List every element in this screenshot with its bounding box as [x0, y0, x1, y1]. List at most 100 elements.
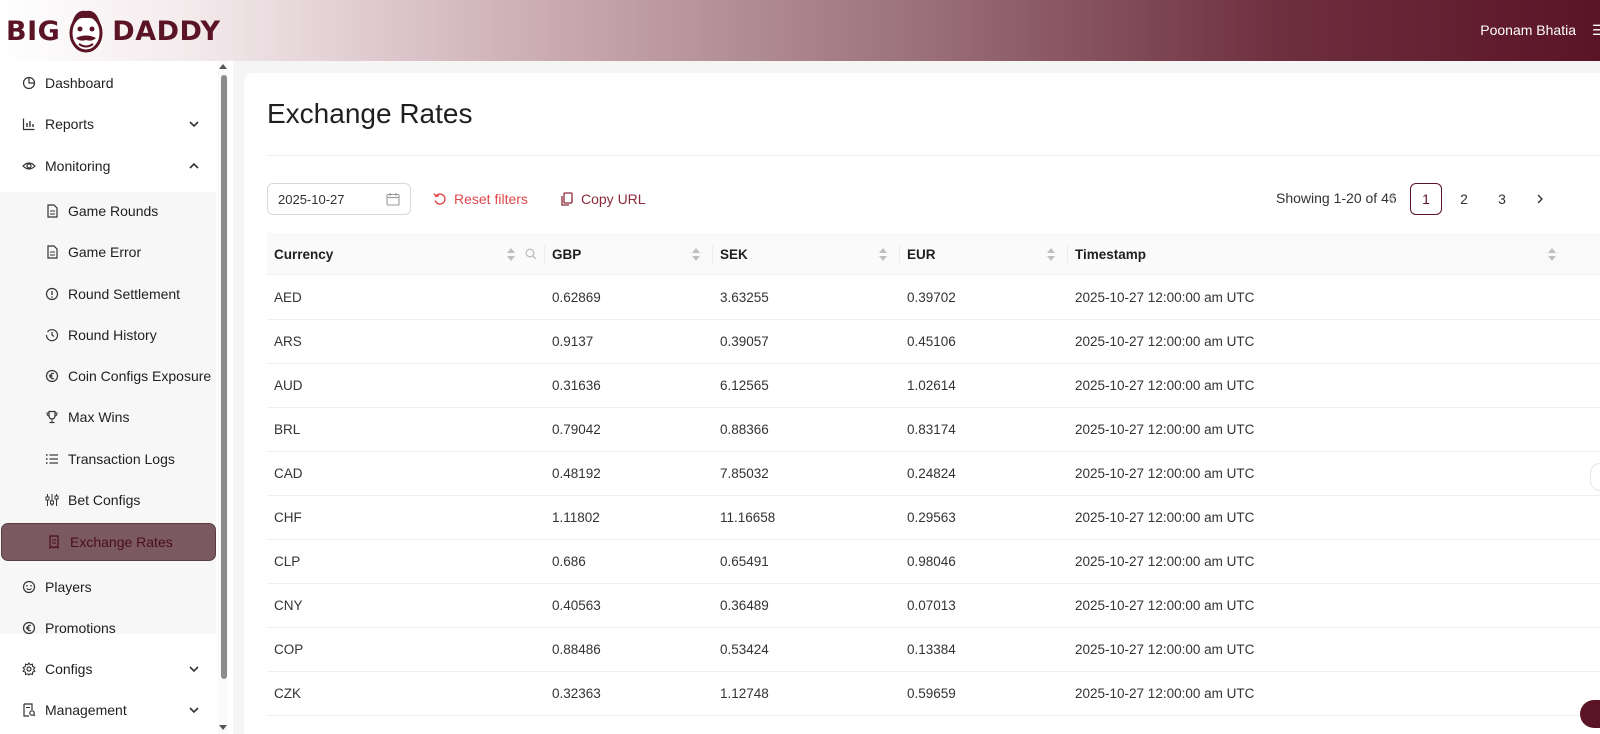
sidebar-item-coin-configs-exposure[interactable]: Coin Configs Exposure — [0, 357, 216, 395]
column-header-currency[interactable]: Currency — [267, 233, 333, 275]
table-row[interactable]: CAD 0.48192 7.85032 0.24824 2025-10-27 12:00… — [267, 451, 1600, 496]
sidebar-scroll-thumb[interactable] — [221, 75, 227, 679]
sidebar-item-dashboard[interactable]: Dashboard — [0, 64, 216, 102]
title-divider — [267, 155, 1600, 156]
page-3-button[interactable]: 3 — [1486, 183, 1518, 215]
list-icon — [44, 451, 60, 467]
menu-icon[interactable]: ☰ — [1592, 22, 1600, 39]
table-row[interactable]: AED 0.62869 3.63255 0.39702 2025-10-27 12:00… — [267, 275, 1600, 320]
sidebar-item-game-rounds[interactable]: Game Rounds — [0, 192, 216, 230]
sidebar-item-label: Reports — [45, 116, 95, 132]
reset-filters-button[interactable]: Reset filters — [433, 183, 528, 215]
sort-icon[interactable] — [1548, 248, 1556, 261]
date-value: 2025-10-27 — [278, 191, 345, 207]
cell-sek: 0.65491 — [720, 554, 769, 569]
sidebar-item-label: Monitoring — [45, 158, 111, 174]
sidebar-item-label: Game Rounds — [68, 203, 159, 219]
cell-gbp: 0.32363 — [552, 686, 601, 701]
sidebar-item-game-error[interactable]: Game Error — [0, 233, 216, 271]
column-header-timestamp[interactable]: Timestamp — [1068, 233, 1146, 275]
exclamation-circle-icon — [44, 286, 60, 302]
cell-timestamp: 2025-10-27 12:00:00 am UTC — [1075, 466, 1255, 481]
table-row[interactable]: CZK 0.32363 1.12748 0.59659 2025-10-27 12:00… — [267, 671, 1600, 716]
smile-icon — [21, 579, 37, 595]
date-picker[interactable]: 2025-10-27 — [267, 183, 411, 215]
file-icon — [44, 244, 60, 260]
sidebar-item-label: Promotions — [45, 620, 116, 636]
notification-float-button[interactable] — [1580, 700, 1600, 728]
cell-timestamp: 2025-10-27 12:00:00 am UTC — [1075, 554, 1255, 569]
sort-icon[interactable] — [507, 248, 515, 261]
sidebar-item-round-history[interactable]: Round History — [0, 316, 216, 354]
sidebar-item-transaction-logs[interactable]: Transaction Logs — [0, 440, 216, 478]
sidebar-item-players[interactable]: Players — [0, 568, 216, 606]
top-header: BIG DADDY Poonam Bhatia ☰ — [0, 0, 1600, 61]
cell-sek: 0.36489 — [720, 598, 769, 613]
sidebar-item-configs[interactable]: Configs — [0, 650, 216, 688]
copy-url-button[interactable]: Copy URL — [560, 183, 646, 215]
brand-logo[interactable]: BIG DADDY — [6, 6, 221, 56]
history-icon — [44, 327, 60, 343]
sliders-icon — [44, 492, 60, 508]
user-name[interactable]: Poonam Bhatia — [1480, 22, 1576, 38]
column-header-gbp[interactable]: GBP — [545, 233, 581, 275]
cell-sek: 0.53424 — [720, 642, 769, 657]
cell-gbp: 0.31636 — [552, 378, 601, 393]
sidebar-item-label: Bet Configs — [68, 492, 141, 508]
column-header-eur[interactable]: EUR — [900, 233, 936, 275]
table-row[interactable]: AUD 0.31636 6.12565 1.02614 2025-10-27 12:00… — [267, 363, 1600, 408]
sidebar-item-max-wins[interactable]: Max Wins — [0, 398, 216, 436]
sidebar-item-label: Exchange Rates — [70, 534, 173, 550]
reload-icon — [433, 193, 446, 205]
prev-page-button[interactable] — [1376, 183, 1408, 215]
chevron-down-icon — [188, 118, 200, 130]
gear-icon — [21, 661, 37, 677]
side-handle[interactable] — [1590, 463, 1600, 491]
chevron-down-icon — [188, 663, 200, 675]
sidebar-item-bet-configs[interactable]: Bet Configs — [0, 481, 216, 519]
table-row[interactable]: CHF 1.11802 11.16658 0.29563 2025-10-27 12:0… — [267, 495, 1600, 540]
sidebar-item-label: Configs — [45, 661, 93, 677]
logo-text-right: DADDY — [112, 15, 221, 47]
sort-icon[interactable] — [1047, 248, 1055, 261]
cell-currency: CNY — [274, 598, 303, 613]
column-header-sek[interactable]: SEK — [713, 233, 748, 275]
cell-sek: 1.12748 — [720, 686, 769, 701]
sidebar-item-reports[interactable]: Reports — [0, 105, 216, 143]
table-row[interactable]: BRL 0.79042 0.88366 0.83174 2025-10-27 12:00… — [267, 407, 1600, 452]
sidebar-item-management[interactable]: Management — [0, 691, 216, 729]
cell-currency: AED — [274, 290, 302, 305]
next-page-button[interactable] — [1524, 183, 1556, 215]
cell-sek: 7.85032 — [720, 466, 769, 481]
page-2-button[interactable]: 2 — [1448, 183, 1480, 215]
sidebar-item-exchange-rates[interactable]: Exchange Rates — [1, 523, 216, 561]
sidebar-item-promotions[interactable]: Promotions — [0, 609, 216, 647]
sidebar-item-label: Players — [45, 579, 92, 595]
page-1-button[interactable]: 1 — [1410, 183, 1442, 215]
table-row[interactable]: CNY 0.40563 0.36489 0.07013 2025-10-27 12:00… — [267, 583, 1600, 628]
cell-gbp: 0.88486 — [552, 642, 601, 657]
sidebar-item-label: Transaction Logs — [68, 451, 175, 467]
cell-eur: 0.13384 — [907, 642, 956, 657]
sidebar-item-round-settlement[interactable]: Round Settlement — [0, 275, 216, 313]
scroll-up-icon[interactable] — [219, 63, 227, 71]
cell-eur: 0.29563 — [907, 510, 956, 525]
search-icon[interactable] — [525, 248, 537, 260]
table-row[interactable]: CLP 0.686 0.65491 0.98046 2025-10-27 12:00:0… — [267, 539, 1600, 584]
sort-icon[interactable] — [879, 248, 887, 261]
cell-currency: ARS — [274, 334, 302, 349]
table-row[interactable]: COP 0.88486 0.53424 0.13384 2025-10-27 12:00… — [267, 627, 1600, 672]
scroll-down-icon[interactable] — [219, 723, 227, 731]
sort-icon[interactable] — [692, 248, 700, 261]
cell-timestamp: 2025-10-27 12:00:00 am UTC — [1075, 642, 1255, 657]
cell-eur: 0.24824 — [907, 466, 956, 481]
cell-eur: 0.83174 — [907, 422, 956, 437]
cell-gbp: 0.40563 — [552, 598, 601, 613]
chevron-up-icon — [188, 160, 200, 172]
table-row[interactable]: ARS 0.9137 0.39057 0.45106 2025-10-27 12:00:… — [267, 319, 1600, 364]
eye-icon — [21, 158, 37, 174]
trophy-icon — [44, 409, 60, 425]
sidebar-item-monitoring[interactable]: Monitoring — [0, 147, 216, 185]
cell-timestamp: 2025-10-27 12:00:00 am UTC — [1075, 686, 1255, 701]
cell-currency: COP — [274, 642, 304, 657]
